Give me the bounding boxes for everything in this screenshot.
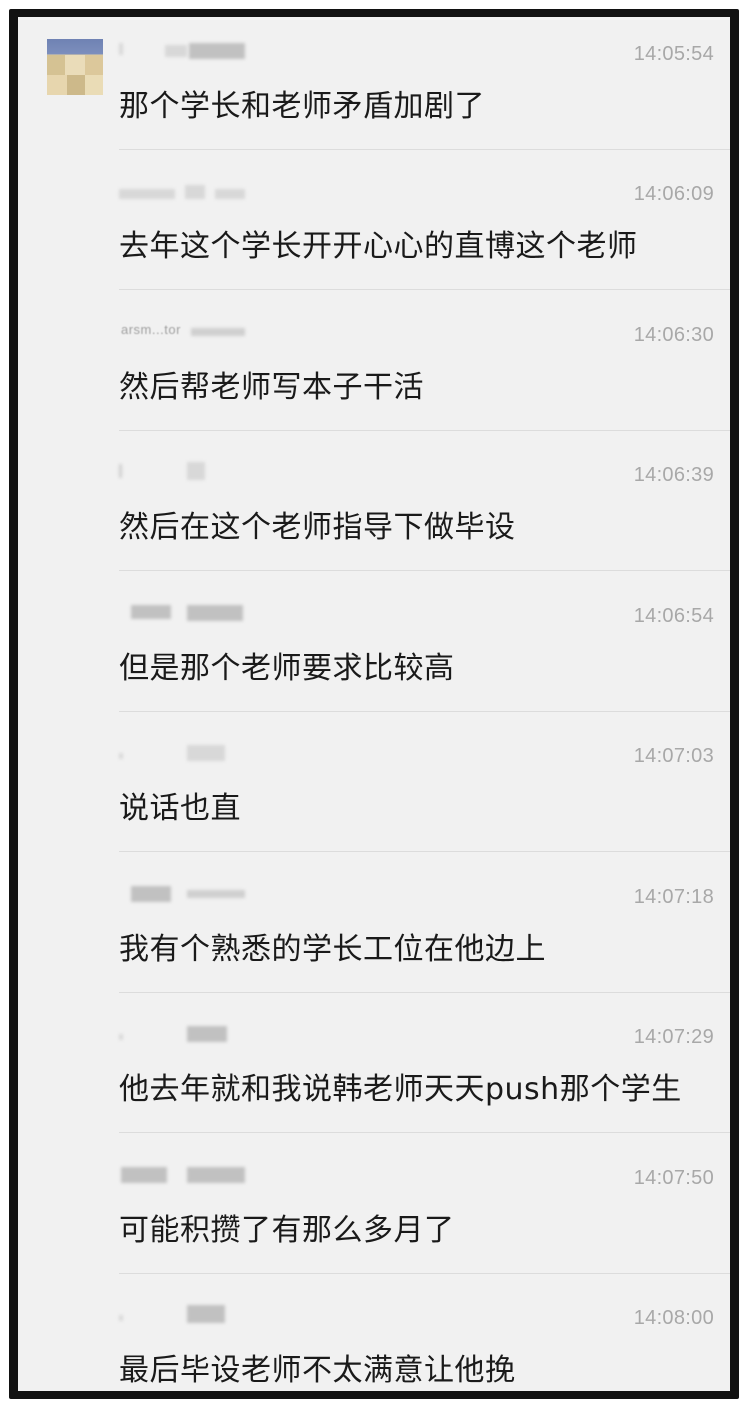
message-text: 最后毕设老师不太满意让他挽: [119, 1353, 516, 1388]
chat-history-screen: 14:05:54 那个学长和老师矛盾加剧了 14:06:09 去年这个学长开开心…: [18, 17, 730, 1391]
message-text: 去年这个学长开开心心的直博这个老师: [119, 229, 638, 264]
message-text: 然后帮老师写本子干活: [119, 370, 424, 405]
message-timestamp: 14:06:09: [633, 183, 714, 205]
message-divider: [119, 851, 730, 852]
message-text: 然后在这个老师指导下做毕设: [119, 510, 516, 545]
message-divider: [119, 430, 730, 431]
message-text: 他去年就和我说韩老师天天push那个学生: [119, 1072, 682, 1107]
sender-name-blurred: [119, 601, 259, 621]
message-text: 说话也直: [119, 791, 241, 826]
message-text: 可能积攒了有那么多月了: [119, 1213, 455, 1248]
message-text: 那个学长和老师矛盾加剧了: [119, 89, 485, 124]
avatar[interactable]: [47, 39, 103, 95]
message-divider: [119, 149, 730, 150]
avatar-pixel: [65, 55, 85, 75]
message-timestamp: 14:07:29: [633, 1026, 714, 1048]
message-timestamp: 14:06:39: [633, 464, 714, 486]
message-divider: [119, 1273, 730, 1274]
message-text: 我有个熟悉的学长工位在他边上: [119, 932, 546, 967]
sender-name-blurred: [119, 39, 259, 59]
message-divider: [119, 1132, 730, 1133]
sender-name-blurred: [119, 179, 259, 199]
message-divider: [119, 992, 730, 993]
message-timestamp: 14:05:54: [633, 43, 714, 65]
sender-name-blurred: [119, 1163, 259, 1183]
message-timestamp: 14:07:03: [633, 745, 714, 767]
avatar-pixel: [47, 75, 67, 95]
message-divider: [119, 711, 730, 712]
sender-name-blurred: [119, 882, 259, 902]
message-timestamp: 14:08:00: [633, 1307, 714, 1329]
sender-name-blurred: [119, 1022, 259, 1042]
avatar-pixel: [85, 55, 103, 75]
message-timestamp: 14:07:50: [633, 1167, 714, 1189]
message-divider: [119, 570, 730, 571]
message-timestamp: 14:06:30: [633, 324, 714, 346]
message-divider: [119, 289, 730, 290]
sender-name-blurred: [119, 1303, 259, 1323]
sender-name-blurred: [119, 460, 259, 480]
avatar-pixel: [47, 55, 65, 75]
avatar-pixel: [67, 75, 85, 95]
message-text: 但是那个老师要求比较高: [119, 651, 455, 686]
avatar-pixel: [85, 75, 103, 95]
message-timestamp: 14:07:18: [633, 886, 714, 908]
message-timestamp: 14:06:54: [633, 605, 714, 627]
sender-name-blurred: arsm...tor: [119, 320, 259, 340]
sender-name-blurred: [119, 741, 259, 761]
screenshot-frame: 14:05:54 那个学长和老师矛盾加剧了 14:06:09 去年这个学长开开心…: [9, 9, 739, 1399]
sender-name-fragment: arsm...tor: [121, 322, 181, 337]
